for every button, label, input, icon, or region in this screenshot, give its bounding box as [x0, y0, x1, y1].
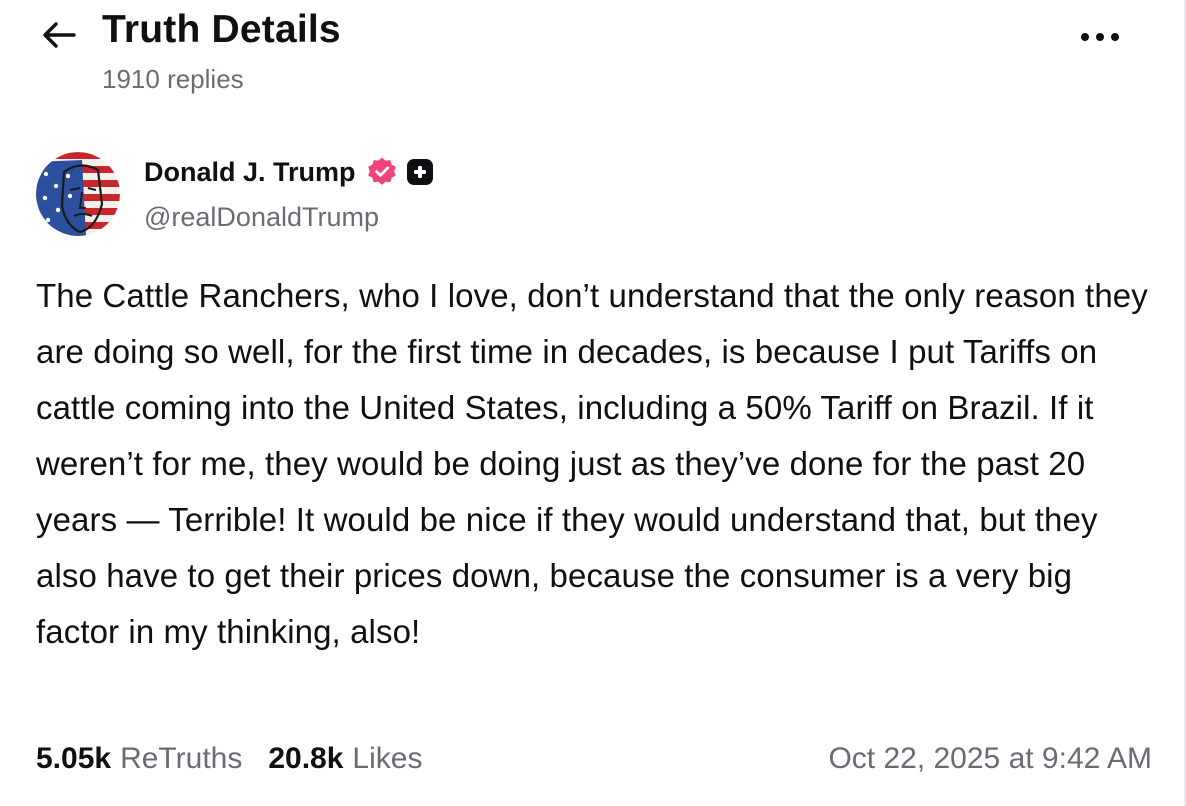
plus-badge-icon	[406, 158, 434, 186]
verified-badge-icon	[366, 156, 398, 188]
post-text: The Cattle Ranchers, who I love, don’t u…	[36, 277, 1148, 650]
back-button[interactable]	[40, 14, 82, 56]
author-name-line: Donald J. Trump	[144, 156, 434, 188]
post-stats: 5.05k ReTruths 20.8k Likes Oct 22, 2025 …	[36, 736, 1152, 782]
avatar[interactable]	[36, 152, 120, 236]
page-title: Truth Details	[102, 8, 341, 51]
post-timestamp: Oct 22, 2025 at 9:42 AM	[828, 742, 1152, 775]
avatar-image	[36, 152, 120, 236]
author-row: Donald J. Trump @realDonaldTrump	[36, 150, 1146, 240]
more-options-button[interactable]	[1076, 22, 1124, 52]
likes-count: 20.8k	[268, 742, 344, 775]
retruths-label: ReTruths	[120, 742, 243, 775]
retruths-stat[interactable]: 5.05k ReTruths	[36, 742, 242, 776]
page-header: Truth Details 1910 replies	[40, 6, 1166, 106]
author-handle[interactable]: @realDonaldTrump	[144, 202, 379, 233]
author-name[interactable]: Donald J. Trump	[144, 157, 356, 188]
more-horizontal-icon	[1081, 33, 1119, 41]
retruths-count: 5.05k	[36, 742, 112, 775]
reply-count: 1910 replies	[102, 64, 244, 94]
likes-stat[interactable]: 20.8k Likes	[268, 742, 422, 776]
likes-label: Likes	[352, 742, 423, 775]
arrow-left-icon	[43, 22, 76, 48]
